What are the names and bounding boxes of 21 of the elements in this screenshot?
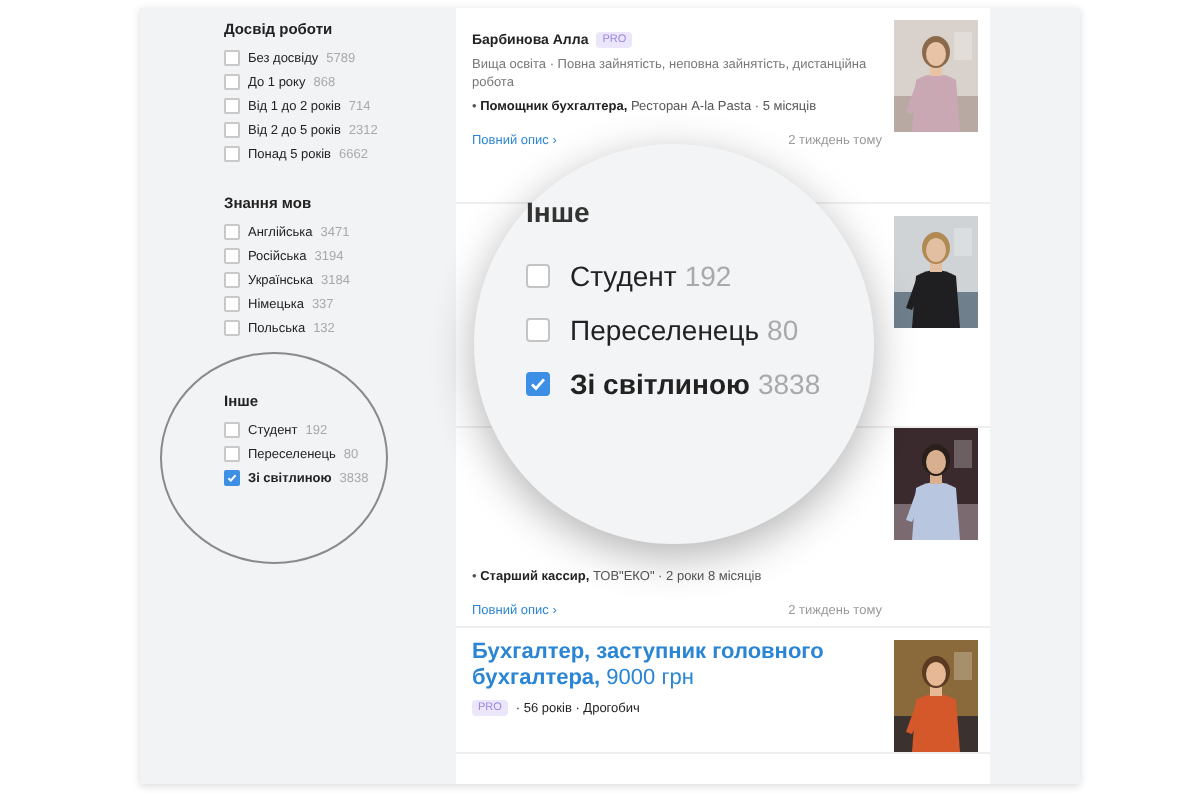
checkbox[interactable] [224,296,240,312]
checkbox[interactable] [224,422,240,438]
filter-option[interactable]: Студент 192 [526,248,874,302]
checkbox[interactable] [224,98,240,114]
checkbox[interactable] [224,470,240,486]
checkbox[interactable] [224,50,240,66]
checkbox[interactable] [224,320,240,336]
checkbox[interactable] [224,146,240,162]
filter-heading: Інше [526,196,592,228]
checkbox[interactable] [526,263,550,287]
checkbox[interactable] [224,224,240,240]
checkbox[interactable] [224,272,240,288]
checkbox[interactable] [526,371,550,395]
filter-option[interactable]: Переселенець 80 [526,302,874,356]
checkbox[interactable] [224,122,240,138]
checkbox[interactable] [526,317,550,341]
filter-option[interactable]: Зі світлиною 3838 [526,356,874,410]
checkbox[interactable] [224,74,240,90]
resume-title[interactable]: Бухгалтер, заступник головного бухгалтера, 9000 грн [472,640,882,692]
checkbox[interactable] [224,248,240,264]
checkbox[interactable] [224,446,240,462]
